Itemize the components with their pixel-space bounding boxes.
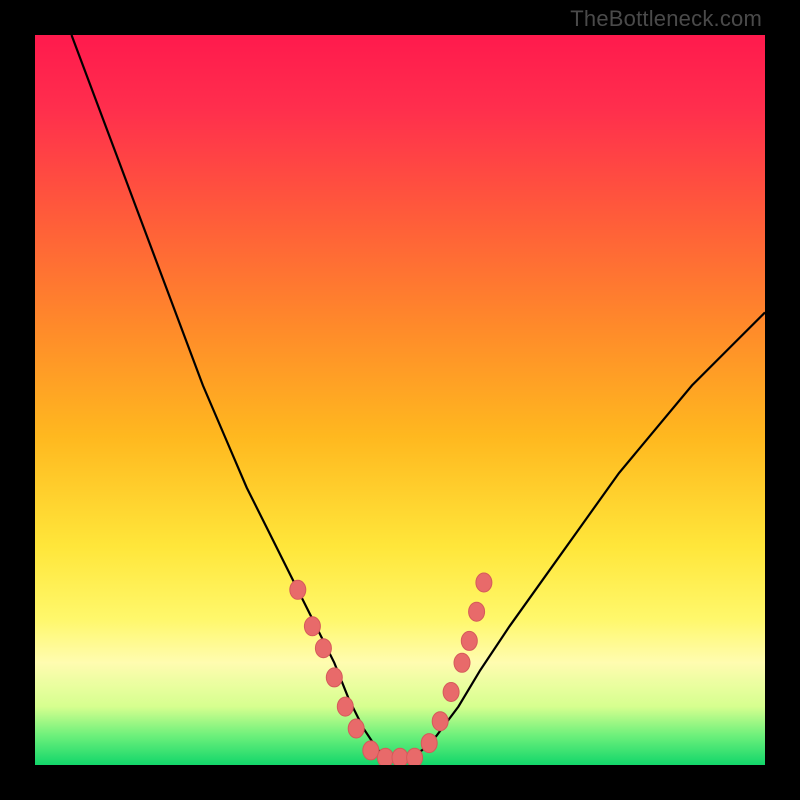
marker-dot <box>407 748 423 765</box>
marker-dot <box>432 712 448 731</box>
marker-dot <box>377 748 393 765</box>
marker-dot <box>326 668 342 687</box>
marker-dot <box>461 631 477 650</box>
chart-svg <box>35 35 765 765</box>
marker-dots <box>290 573 492 765</box>
marker-dot <box>363 741 379 760</box>
marker-dot <box>476 573 492 592</box>
chart-frame: TheBottleneck.com <box>0 0 800 800</box>
marker-dot <box>337 697 353 716</box>
marker-dot <box>290 580 306 599</box>
marker-dot <box>392 748 408 765</box>
plot-area <box>35 35 765 765</box>
marker-dot <box>421 734 437 753</box>
marker-dot <box>348 719 364 738</box>
attribution-label: TheBottleneck.com <box>570 6 762 32</box>
marker-dot <box>443 683 459 702</box>
marker-dot <box>304 617 320 636</box>
marker-dot <box>315 639 331 658</box>
bottleneck-curve <box>72 35 766 758</box>
marker-dot <box>454 653 470 672</box>
marker-dot <box>469 602 485 621</box>
